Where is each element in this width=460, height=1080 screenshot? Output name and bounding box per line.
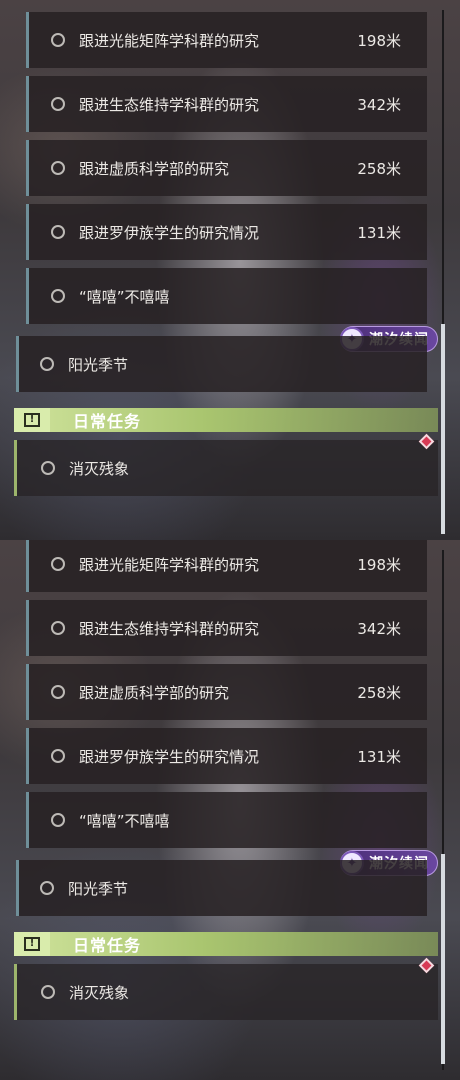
quest-panel: 跟进光能矩阵学科群的研究 198米 跟进生态维持学科群的研究 342米 跟进虚质… [0,0,460,540]
quest-distance: 198米 [357,555,401,574]
quest-bar [26,268,29,324]
circle-icon [41,985,55,999]
quest-bar [26,600,29,656]
quest-item[interactable]: 跟进罗伊族学生的研究情况 131米 [26,204,427,260]
quest-bar [16,860,19,916]
daily-quest-item[interactable]: 消灭残象 [14,440,438,496]
circle-icon [40,357,54,371]
daily-task-title: 日常任务 [73,412,142,431]
circle-icon [51,813,65,827]
circle-icon [51,33,65,47]
quest-label: 跟进虚质科学部的研究 [79,159,230,178]
quest-bar [26,664,29,720]
quest-bar [26,728,29,784]
quest-bar [26,140,29,196]
main-quest-item[interactable]: 阳光季节 [16,860,427,916]
daily-task-header[interactable]: ! 日常任务 [14,932,438,956]
quest-label: 跟进光能矩阵学科群的研究 [79,555,260,574]
quest-label: “嘻嘻”不嘻嘻 [79,287,170,306]
circle-icon [51,97,65,111]
quest-bar [14,440,17,496]
quest-bar [26,76,29,132]
circle-icon [41,461,55,475]
circle-icon [51,289,65,303]
quest-bar [26,204,29,260]
quest-item[interactable]: 跟进生态维持学科群的研究 342米 [26,76,427,132]
scrollbar-thumb[interactable] [441,324,445,534]
quest-bar [14,964,17,1020]
quest-panel: 跟进光能矩阵学科群的研究 198米 跟进生态维持学科群的研究 342米 跟进虚质… [0,540,460,1080]
exclamation-icon: ! [14,408,50,432]
quest-distance: 131米 [357,223,401,242]
quest-bar [26,12,29,68]
circle-icon [51,749,65,763]
circle-icon [51,557,65,571]
quest-distance: 342米 [357,619,401,638]
quest-item[interactable]: “嘻嘻”不嘻嘻 [26,792,427,848]
circle-icon [51,621,65,635]
quest-item[interactable]: 跟进光能矩阵学科群的研究 198米 [26,12,427,68]
quest-item[interactable]: 跟进罗伊族学生的研究情况 131米 [26,728,427,784]
scrollbar-thumb[interactable] [441,854,445,1064]
exclamation-icon: ! [14,932,50,956]
quest-label: 跟进生态维持学科群的研究 [79,95,260,114]
circle-icon [51,225,65,239]
quest-label: 跟进罗伊族学生的研究情况 [79,223,260,242]
quest-label: 跟进罗伊族学生的研究情况 [79,747,260,766]
quest-bar [26,792,29,848]
main-quest-item[interactable]: 阳光季节 [16,336,427,392]
daily-task-header[interactable]: ! 日常任务 [14,408,438,432]
quest-item[interactable]: 跟进虚质科学部的研究 258米 [26,140,427,196]
daily-task-title: 日常任务 [73,936,142,955]
quest-item[interactable]: 跟进生态维持学科群的研究 342米 [26,600,427,656]
quest-distance: 258米 [357,683,401,702]
quest-distance: 131米 [357,747,401,766]
quest-distance: 342米 [357,95,401,114]
quest-item[interactable]: 跟进虚质科学部的研究 258米 [26,664,427,720]
circle-icon [51,161,65,175]
quest-distance: 258米 [357,159,401,178]
quest-label: 跟进虚质科学部的研究 [79,683,230,702]
quest-label: 消灭残象 [69,983,130,1002]
quest-distance: 198米 [357,31,401,50]
daily-quest-item[interactable]: 消灭残象 [14,964,438,1020]
quest-bar [26,540,29,592]
quest-label: 阳光季节 [68,879,129,898]
circle-icon [51,685,65,699]
circle-icon [40,881,54,895]
quest-label: “嘻嘻”不嘻嘻 [79,811,170,830]
quest-bar [16,336,19,392]
quest-label: 阳光季节 [68,355,129,374]
quest-item[interactable]: 跟进光能矩阵学科群的研究 198米 [26,540,427,592]
quest-item[interactable]: “嘻嘻”不嘻嘻 [26,268,427,324]
quest-label: 消灭残象 [69,459,130,478]
quest-label: 跟进生态维持学科群的研究 [79,619,260,638]
quest-label: 跟进光能矩阵学科群的研究 [79,31,260,50]
